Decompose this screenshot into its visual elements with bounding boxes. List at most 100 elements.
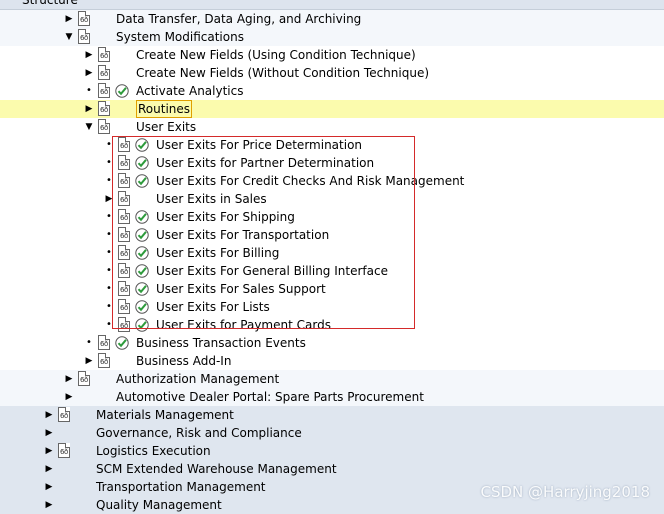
documentation-icon[interactable]: 6ð (78, 11, 90, 26)
documentation-icon[interactable]: 6ð (98, 65, 110, 80)
expand-arrow-icon[interactable]: ▶ (64, 10, 74, 28)
tree-node[interactable]: ▶ 6ð Data Transfer, Data Aging, and Archiv… (0, 10, 664, 28)
tree-node[interactable]: ▶ Automotive Dealer Portal: Spare Parts P… (0, 388, 664, 406)
expand-arrow-icon[interactable]: ▶ (44, 406, 54, 424)
tree-node-label[interactable]: User Exits For Billing (156, 244, 279, 262)
expand-arrow-icon[interactable]: ▶ (44, 478, 54, 496)
documentation-icon[interactable]: 6ð (118, 299, 130, 314)
documentation-icon[interactable]: 6ð (78, 29, 90, 44)
tree-node-label[interactable]: Create New Fields (Without Condition Tec… (136, 64, 429, 82)
expand-arrow-icon[interactable]: ▶ (44, 496, 54, 514)
execute-check-icon[interactable] (134, 173, 150, 189)
tree-node[interactable]: • 6ð User Exits For Transportation (0, 226, 664, 244)
tree-node-label[interactable]: Authorization Management (116, 370, 279, 388)
tree-node-label[interactable]: System Modifications (116, 28, 244, 46)
tree-node-label[interactable]: User Exits (136, 118, 196, 136)
tree-node[interactable]: ▶ 6ð Authorization Management (0, 370, 664, 388)
execute-check-icon[interactable] (134, 155, 150, 171)
tree-node[interactable]: ▶ SCM Extended Warehouse Management (0, 460, 664, 478)
tree-node[interactable]: • 6ð Business Transaction Events (0, 334, 664, 352)
tree-node[interactable]: • 6ð User Exits For Lists (0, 298, 664, 316)
execute-check-icon[interactable] (134, 299, 150, 315)
expand-arrow-icon[interactable]: ▶ (64, 370, 74, 388)
tree-node-label[interactable]: User Exits For General Billing Interface (156, 262, 388, 280)
execute-check-icon[interactable] (134, 263, 150, 279)
tree-node-label[interactable]: Automotive Dealer Portal: Spare Parts Pr… (116, 388, 424, 406)
tree-node-label[interactable]: Transportation Management (96, 478, 266, 496)
documentation-icon[interactable]: 6ð (118, 263, 130, 278)
documentation-icon[interactable]: 6ð (118, 209, 130, 224)
expand-arrow-icon[interactable]: ▶ (104, 190, 114, 208)
tree-node[interactable]: ▶ Governance, Risk and Compliance (0, 424, 664, 442)
tree-node[interactable]: ▶ 6ð Create New Fields (Without Condition … (0, 64, 664, 82)
tree-node[interactable]: ▶ 6ð Materials Management (0, 406, 664, 424)
expand-arrow-icon[interactable]: ▶ (44, 460, 54, 478)
tree-node[interactable]: ▶ 6ð Logistics Execution (0, 442, 664, 460)
documentation-icon[interactable]: 6ð (98, 335, 110, 350)
execute-check-icon[interactable] (134, 245, 150, 261)
tree-node[interactable]: • 6ð User Exits For Shipping (0, 208, 664, 226)
execute-check-icon[interactable] (134, 209, 150, 225)
tree-node-label[interactable]: Activate Analytics (136, 82, 243, 100)
tree-node-label[interactable]: User Exits For Lists (156, 298, 270, 316)
tree-node-label[interactable]: User Exits For Transportation (156, 226, 329, 244)
tree-node-label[interactable]: Materials Management (96, 406, 234, 424)
tree-node[interactable]: ▶ 6ð Create New Fields (Using Condition Te… (0, 46, 664, 64)
tree-node[interactable]: • 6ð User Exits For Billing (0, 244, 664, 262)
tree-node[interactable]: • 6ð User Exits For General Billing Interf… (0, 262, 664, 280)
documentation-icon[interactable]: 6ð (58, 443, 70, 458)
documentation-icon[interactable]: 6ð (118, 173, 130, 188)
documentation-icon[interactable]: 6ð (78, 371, 90, 386)
tree-node-label[interactable]: User Exits For Price Determination (156, 136, 362, 154)
expand-arrow-icon[interactable]: ▶ (84, 64, 94, 82)
tree-node[interactable]: • 6ð User Exits for Payment Cards (0, 316, 664, 334)
tree-node-label[interactable]: User Exits for Payment Cards (156, 316, 331, 334)
tree-node[interactable]: • 6ð User Exits For Credit Checks And Risk… (0, 172, 664, 190)
tree-node[interactable]: • 6ð User Exits For Price Determination (0, 136, 664, 154)
expand-arrow-icon[interactable]: ▶ (84, 46, 94, 64)
tree-node-label[interactable]: Data Transfer, Data Aging, and Archiving (116, 10, 361, 28)
tree-node[interactable]: • 6ð User Exits for Partner Determination (0, 154, 664, 172)
execute-check-icon[interactable] (114, 83, 130, 99)
documentation-icon[interactable]: 6ð (58, 407, 70, 422)
tree-node[interactable]: ▶ 6ð Business Add-In (0, 352, 664, 370)
tree-node-label[interactable]: Quality Management (96, 496, 222, 514)
documentation-icon[interactable]: 6ð (118, 137, 130, 152)
documentation-icon[interactable]: 6ð (98, 101, 110, 116)
tree-node[interactable]: ▼ 6ð User Exits (0, 118, 664, 136)
tree-node[interactable]: • 6ð Activate Analytics (0, 82, 664, 100)
tree-node[interactable]: ▼ 6ð System Modifications (0, 28, 664, 46)
tree-node-label[interactable]: User Exits for Partner Determination (156, 154, 374, 172)
expand-arrow-icon[interactable]: ▶ (44, 424, 54, 442)
tree-node-label[interactable]: User Exits For Credit Checks And Risk Ma… (156, 172, 464, 190)
execute-check-icon[interactable] (134, 137, 150, 153)
tree-node-label[interactable]: User Exits For Sales Support (156, 280, 326, 298)
documentation-icon[interactable]: 6ð (118, 155, 130, 170)
tree-node[interactable]: • 6ð User Exits For Sales Support (0, 280, 664, 298)
expand-arrow-icon[interactable]: ▶ (64, 388, 74, 406)
documentation-icon[interactable]: 6ð (118, 245, 130, 260)
tree-node-label[interactable]: User Exits in Sales (156, 190, 267, 208)
execute-check-icon[interactable] (134, 317, 150, 333)
tree-node-label[interactable]: Routines (136, 100, 193, 118)
tree-node-label[interactable]: Create New Fields (Using Condition Techn… (136, 46, 416, 64)
documentation-icon[interactable]: 6ð (118, 317, 130, 332)
tree-node-label[interactable]: Business Transaction Events (136, 334, 306, 352)
documentation-icon[interactable]: 6ð (118, 227, 130, 242)
execute-check-icon[interactable] (134, 281, 150, 297)
tree-node-label[interactable]: Logistics Execution (96, 442, 211, 460)
tree-node-label[interactable]: SCM Extended Warehouse Management (96, 460, 337, 478)
tree-node-label[interactable]: Governance, Risk and Compliance (96, 424, 302, 442)
documentation-icon[interactable]: 6ð (118, 281, 130, 296)
documentation-icon[interactable]: 6ð (98, 83, 110, 98)
collapse-arrow-icon[interactable]: ▼ (64, 28, 74, 46)
expand-arrow-icon[interactable]: ▶ (84, 352, 94, 370)
collapse-arrow-icon[interactable]: ▼ (84, 118, 94, 136)
documentation-icon[interactable]: 6ð (118, 191, 130, 206)
tree-node-label[interactable]: Business Add-In (136, 352, 231, 370)
tree-node-label[interactable]: User Exits For Shipping (156, 208, 295, 226)
expand-arrow-icon[interactable]: ▶ (84, 100, 94, 118)
documentation-icon[interactable]: 6ð (98, 47, 110, 62)
tree-node[interactable]: ▶ 6ð User Exits in Sales (0, 190, 664, 208)
documentation-icon[interactable]: 6ð (98, 119, 110, 134)
